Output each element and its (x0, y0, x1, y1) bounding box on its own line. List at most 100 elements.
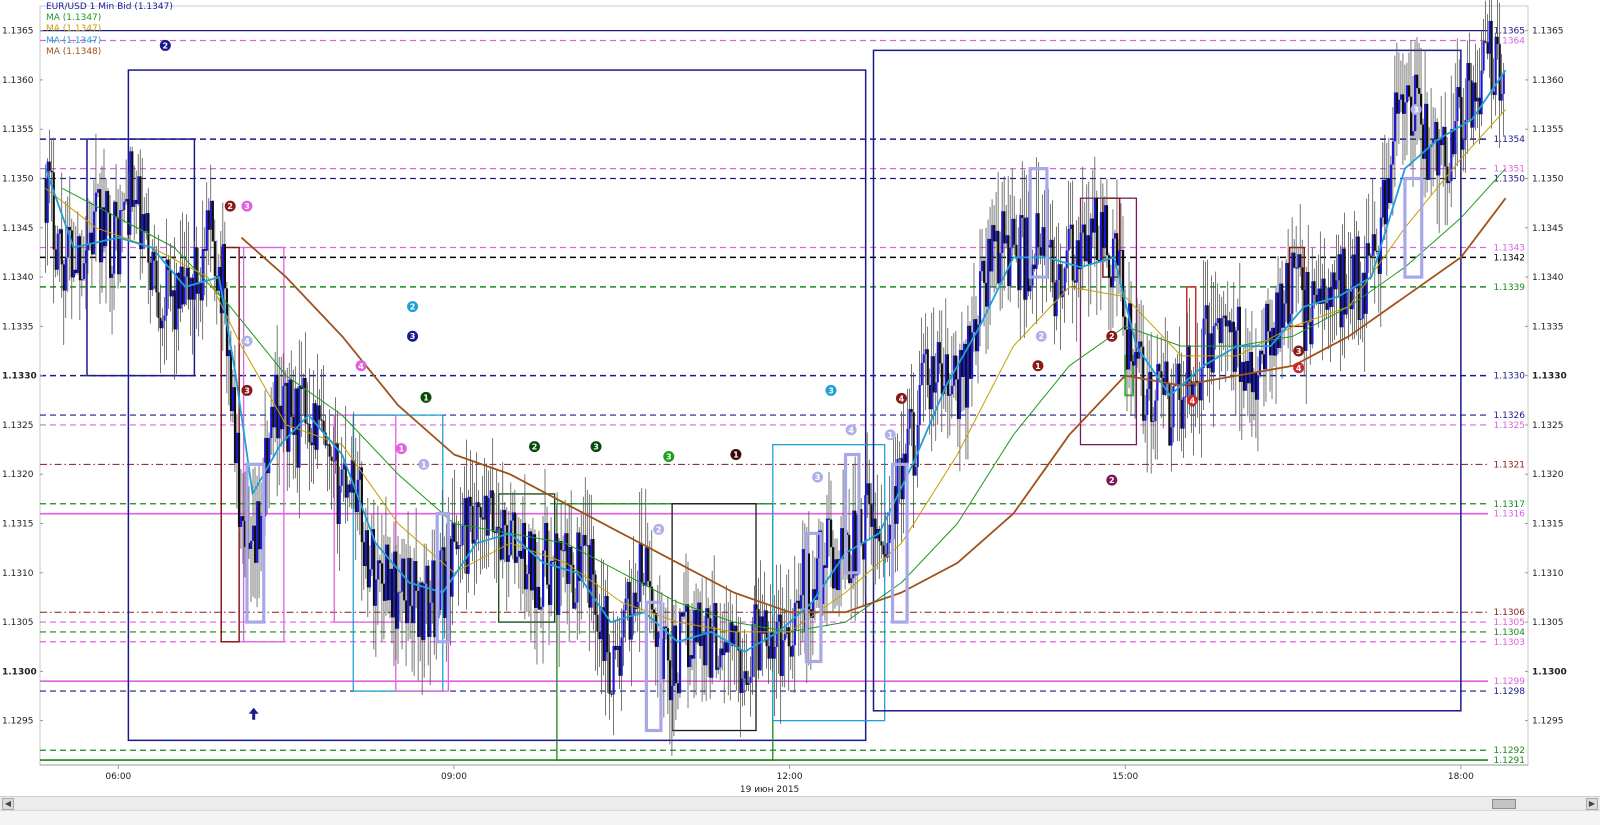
candle-body (753, 604, 756, 625)
candle-body (286, 382, 289, 452)
candle-body (614, 645, 617, 651)
level-label: 1.1343 (1494, 244, 1526, 254)
y-tick-label-left: 1.1325 (2, 421, 34, 431)
scroll-right-icon[interactable]: ▶ (1586, 798, 1598, 810)
candle-body (451, 522, 454, 597)
candle-body (1456, 87, 1459, 122)
candle-body (749, 676, 752, 683)
candle-body (608, 652, 611, 694)
candle-body (50, 170, 53, 173)
candle-body (1307, 272, 1310, 323)
candle-body (1283, 303, 1286, 328)
candle-body (340, 469, 343, 486)
candle-body (366, 530, 370, 588)
candle-body (133, 199, 136, 207)
candle-body (463, 498, 466, 526)
candle-body (1115, 233, 1119, 266)
candle-body (755, 604, 758, 610)
candle-body (1254, 373, 1258, 400)
candle-body (535, 586, 539, 608)
wave-marker-label: 2 (1109, 476, 1115, 485)
candle-body (1039, 247, 1042, 256)
candle-body (415, 561, 418, 591)
candle-body (1357, 236, 1360, 320)
candle-body (179, 266, 182, 309)
candle-body (1065, 250, 1068, 269)
candle-body (834, 559, 837, 589)
candle-body (171, 290, 174, 297)
candle-body (870, 504, 873, 527)
scrollbar-thumb[interactable] (1492, 799, 1516, 809)
candle-body (1454, 121, 1457, 155)
candle-body (1295, 267, 1298, 269)
candle-body (453, 522, 456, 542)
wave-marker-label: 4 (358, 362, 364, 371)
horizontal-scrollbar[interactable]: ◀ ▶ (0, 796, 1600, 811)
level-label: 1.1354 (1494, 135, 1526, 145)
candle-body (997, 230, 1000, 284)
candle-body (928, 384, 931, 410)
candle-body (626, 581, 629, 599)
level-label: 1.1321 (1494, 460, 1526, 470)
candle-body (1005, 235, 1008, 244)
scroll-left-icon[interactable]: ◀ (2, 798, 14, 810)
candle-body (993, 225, 996, 242)
candle-body (368, 569, 372, 588)
candle-body (689, 655, 692, 668)
candle-body (507, 555, 510, 562)
candle-body (727, 642, 730, 653)
candle-body (914, 466, 917, 476)
candle-body (862, 543, 865, 560)
x-tick-label: 06:00 (105, 772, 131, 782)
candle-body (139, 176, 142, 250)
candle-body (934, 382, 937, 393)
candle-body (542, 550, 545, 607)
level-label: 1.1339 (1494, 283, 1526, 293)
candle-body (550, 560, 553, 605)
candle-body (596, 614, 599, 632)
candle-body (115, 201, 118, 218)
candle-body (938, 342, 941, 364)
candle-body (1313, 281, 1316, 295)
candle-body (1339, 254, 1342, 328)
candle-body (1013, 218, 1016, 245)
y-tick-label-left: 1.1305 (2, 618, 34, 628)
wave-marker-label: 2 (227, 202, 233, 211)
candle-body (852, 510, 855, 579)
candle-body (544, 522, 547, 551)
candle-body (733, 625, 736, 647)
candle-body (1140, 341, 1143, 347)
candle-body (944, 354, 947, 386)
candle-body (1121, 249, 1125, 317)
candle-body (117, 217, 120, 275)
level-label: 1.1330 (1494, 372, 1526, 382)
candle-body (868, 483, 871, 505)
level-label: 1.1351 (1494, 165, 1526, 175)
candle-body (390, 568, 394, 618)
candle-body (382, 583, 386, 601)
candle-body (962, 343, 966, 377)
candle-body (1007, 235, 1010, 287)
y-tick-label-right: 1.1360 (1532, 76, 1564, 86)
candle-body (640, 543, 643, 583)
candle-body (469, 496, 472, 507)
wave-marker-label: 3 (244, 386, 250, 395)
candle-body (1490, 20, 1493, 92)
y-tick-label-left: 1.1315 (2, 520, 34, 530)
candle-body (1015, 244, 1018, 259)
candle-body (1385, 177, 1389, 225)
candle-body (854, 510, 857, 576)
price-chart[interactable]: 1.13651.13641.13541.13511.13501.13431.13… (0, 0, 1600, 796)
level-label: 1.1305 (1494, 618, 1526, 628)
candle-body (648, 581, 651, 587)
candle-body (105, 191, 108, 247)
candle-body (968, 325, 972, 379)
candle-body (1136, 351, 1139, 359)
candle-body (1063, 268, 1066, 292)
candle-body (622, 610, 625, 638)
candle-body (455, 541, 458, 550)
candle-body (159, 317, 162, 329)
candle-body (1011, 218, 1014, 248)
candle-body (68, 226, 71, 231)
candle-body (691, 655, 694, 659)
